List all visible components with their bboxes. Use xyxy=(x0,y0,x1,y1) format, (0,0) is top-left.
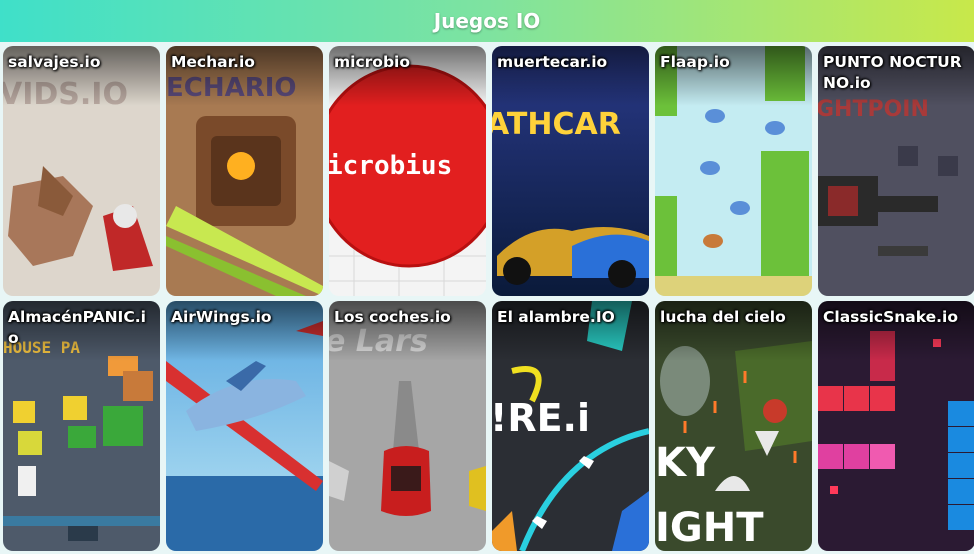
svg-text:!RE.i: !RE.i xyxy=(492,396,590,440)
game-card[interactable]: HOUSE PA AlmacénPANIC.io xyxy=(3,301,160,551)
game-title: PUNTO NOCTURNO.io xyxy=(823,53,962,92)
svg-text:ATHCAR: ATHCAR xyxy=(492,107,621,142)
games-grid: VIDS.IO salvajes.io ECHARIO Mechar.io ic… xyxy=(0,42,974,554)
game-title: AlmacénPANIC.io xyxy=(8,308,146,347)
game-card[interactable]: ECHARIO Mechar.io xyxy=(166,46,323,296)
game-card[interactable]: AirWings.io xyxy=(166,301,323,551)
game-card[interactable]: GHTPOIN PUNTO NOCTURNO.io xyxy=(818,46,974,296)
game-card[interactable]: KY IGHT lucha del cielo xyxy=(655,301,812,551)
game-card[interactable]: e Lars Los coches.io xyxy=(329,301,486,551)
page-title: Juegos IO xyxy=(433,9,541,33)
game-card[interactable]: ClassicSnake.io xyxy=(818,301,974,551)
game-card[interactable]: icrobius microbio xyxy=(329,46,486,296)
game-card[interactable]: ATHCAR muertecar.io xyxy=(492,46,649,296)
game-card[interactable]: VIDS.IO salvajes.io xyxy=(3,46,160,296)
game-title: salvajes.io xyxy=(8,53,101,71)
game-title: Flaap.io xyxy=(660,53,730,71)
game-card[interactable]: !RE.i El alambre.IO xyxy=(492,301,649,551)
game-title: El alambre.IO xyxy=(497,308,615,326)
game-title: ClassicSnake.io xyxy=(823,308,959,326)
svg-text:KY: KY xyxy=(655,440,716,486)
game-card[interactable]: Flaap.io xyxy=(655,46,812,296)
game-title: Mechar.io xyxy=(171,53,255,71)
game-title: lucha del cielo xyxy=(660,308,786,326)
game-title: microbio xyxy=(334,53,411,71)
page-header: Juegos IO xyxy=(0,0,974,42)
svg-text:icrobius: icrobius xyxy=(329,151,452,181)
game-title: Los coches.io xyxy=(334,308,451,326)
svg-text:IGHT: IGHT xyxy=(655,505,764,551)
game-title: AirWings.io xyxy=(171,308,272,326)
game-title: muertecar.io xyxy=(497,53,608,71)
